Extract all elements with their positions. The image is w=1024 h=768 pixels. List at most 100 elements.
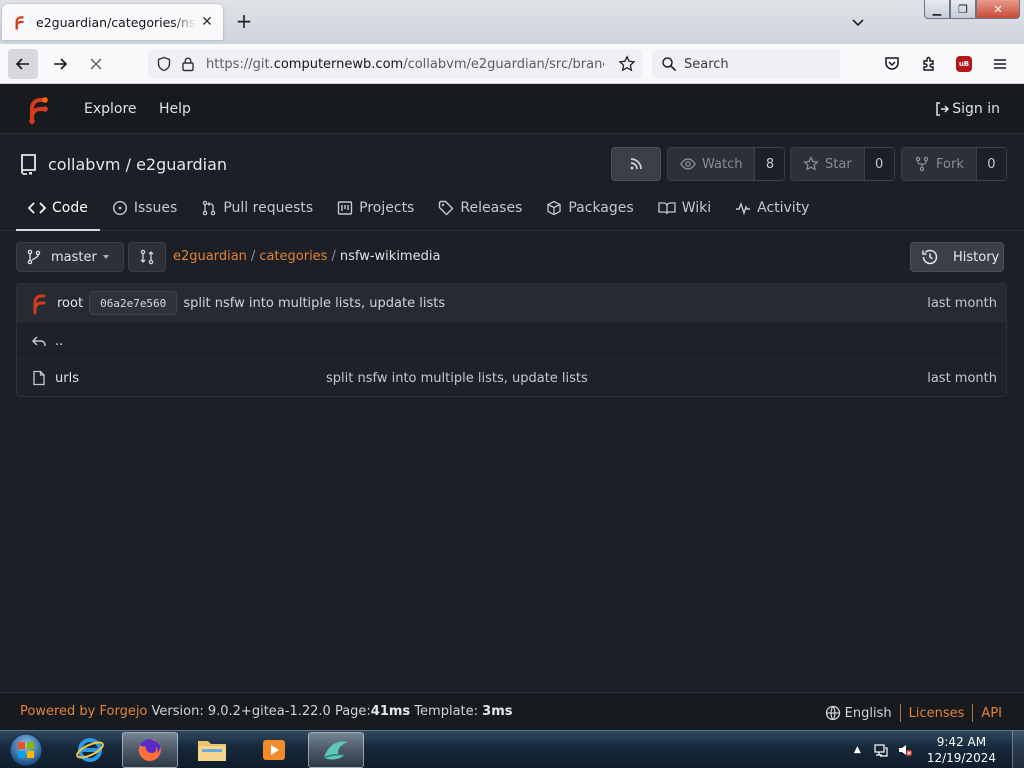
- shield-icon[interactable]: [156, 56, 172, 72]
- repo-name-link[interactable]: e2guardian: [136, 155, 227, 174]
- issue-icon: [112, 200, 127, 216]
- commit-time: last month: [927, 295, 997, 311]
- file-table: root 06a2e7e560 split nsfw into multiple…: [16, 283, 1007, 397]
- windows-taskbar: ▲ 9:42 AM 12/19/2024: [0, 730, 1024, 768]
- fork-button-group: Fork 0: [901, 147, 1007, 181]
- list-item[interactable]: ..: [17, 322, 1006, 359]
- commit-author[interactable]: root: [57, 296, 83, 311]
- tab-issues[interactable]: Issues: [100, 187, 190, 229]
- address-bar[interactable]: https://git.computernewb.com/collabvm/e2…: [148, 49, 642, 79]
- internet-explorer-icon: [76, 738, 104, 762]
- close-window-button[interactable]: ✕: [976, 0, 1020, 19]
- breadcrumb-folder[interactable]: categories: [259, 249, 327, 264]
- parent-directory-link[interactable]: ..: [55, 334, 63, 349]
- tab-activity[interactable]: Activity: [723, 187, 821, 229]
- tab-code[interactable]: Code: [16, 187, 100, 231]
- show-desktop-button[interactable]: [1012, 731, 1024, 768]
- powered-by-link[interactable]: Powered by Forgejo: [20, 704, 147, 719]
- file-name-link[interactable]: urls: [55, 371, 79, 386]
- sign-in-link[interactable]: Sign in: [934, 101, 1000, 117]
- watch-button[interactable]: Watch: [668, 148, 755, 180]
- site-header: Explore Help Sign in: [0, 84, 1024, 134]
- menu-hamburger-icon[interactable]: [991, 55, 1009, 73]
- tab-projects[interactable]: Projects: [325, 187, 426, 229]
- browser-tab-active[interactable]: e2guardian/categories/nsfw-wikimedia ✕: [2, 4, 223, 40]
- forgejo-favicon: [15, 16, 24, 30]
- watch-count[interactable]: 8: [754, 148, 785, 180]
- sign-in-icon: [936, 102, 950, 116]
- rss-feed-button[interactable]: [611, 147, 661, 181]
- fork-button[interactable]: Fork: [902, 148, 976, 180]
- tab-releases-label: Releases: [460, 200, 523, 216]
- minimize-button[interactable]: ▁: [924, 0, 950, 19]
- sign-in-label: Sign in: [952, 101, 1000, 117]
- windows-start-icon[interactable]: [6, 732, 46, 768]
- close-icon: [90, 58, 102, 70]
- taskbar-internet-explorer[interactable]: [62, 732, 118, 768]
- browser-tabstrip: e2guardian/categories/nsfw-wikimedia ✕ +…: [0, 0, 1024, 44]
- close-tab-icon[interactable]: ✕: [199, 14, 215, 30]
- tab-issues-label: Issues: [133, 200, 178, 216]
- history-button[interactable]: History: [910, 242, 1004, 272]
- tag-icon: [439, 200, 454, 216]
- pocket-icon[interactable]: [883, 55, 901, 73]
- chevron-up-icon[interactable]: ▲: [854, 745, 861, 755]
- lock-icon[interactable]: [180, 56, 196, 72]
- rss-icon: [630, 158, 642, 170]
- tab-releases[interactable]: Releases: [426, 187, 534, 229]
- repo-header: collabvm / e2guardian Watch 8 Star 0 For…: [0, 135, 1024, 231]
- fork-count[interactable]: 0: [975, 148, 1006, 180]
- nav-explore[interactable]: Explore: [84, 101, 137, 117]
- search-box[interactable]: Search: [652, 49, 840, 79]
- taskbar-firefox[interactable]: [122, 732, 178, 768]
- star-button[interactable]: Star: [791, 148, 864, 180]
- network-icon[interactable]: [873, 742, 889, 758]
- ublock-origin-icon[interactable]: uB: [956, 56, 972, 72]
- new-tab-button[interactable]: +: [234, 11, 254, 32]
- tab-pull-requests[interactable]: Pull requests: [189, 187, 325, 229]
- eye-icon: [680, 158, 696, 170]
- api-link[interactable]: API: [981, 706, 1002, 721]
- back-button[interactable]: [8, 49, 38, 79]
- branch-selector[interactable]: master: [16, 242, 124, 272]
- footer-divider: [899, 704, 901, 722]
- arrow-back-parent-icon: [31, 336, 46, 346]
- watch-label: Watch: [702, 156, 743, 172]
- file-commit-message[interactable]: split nsfw into multiple lists, update l…: [326, 371, 588, 386]
- repo-owner-link[interactable]: collabvm: [48, 155, 121, 174]
- url-domain: computernewb.com: [273, 56, 404, 72]
- volume-muted-icon[interactable]: [897, 742, 913, 758]
- taskbar-file-explorer[interactable]: [184, 732, 240, 768]
- compare-button[interactable]: [128, 242, 166, 272]
- list-all-tabs-icon[interactable]: [848, 12, 868, 32]
- page-time-label: Page:: [334, 704, 371, 719]
- breadcrumb-separator: /: [250, 249, 256, 264]
- tab-packages[interactable]: Packages: [534, 187, 645, 229]
- breadcrumb-repo[interactable]: e2guardian: [173, 249, 247, 264]
- nav-help[interactable]: Help: [159, 101, 191, 117]
- code-icon: [28, 202, 46, 214]
- language-selector[interactable]: English: [825, 705, 892, 721]
- commit-message[interactable]: split nsfw into multiple lists, update l…: [183, 296, 445, 311]
- list-item[interactable]: urls split nsfw into multiple lists, upd…: [17, 359, 1006, 396]
- taskbar-media-player[interactable]: [246, 732, 302, 768]
- forward-button[interactable]: [45, 49, 75, 79]
- taskbar-active-app[interactable]: [308, 732, 364, 768]
- commit-sha-button[interactable]: 06a2e7e560: [89, 291, 178, 315]
- tab-wiki[interactable]: Wiki: [646, 187, 723, 229]
- maximize-button[interactable]: ❐: [950, 0, 976, 19]
- stop-loading-button[interactable]: [81, 49, 111, 79]
- pull-request-icon: [203, 200, 216, 216]
- bookmark-star-icon[interactable]: [618, 55, 636, 73]
- app-window-icon: [323, 741, 348, 760]
- taskbar-clock[interactable]: 9:42 AM 12/19/2024: [927, 734, 996, 766]
- licenses-link[interactable]: Licenses: [909, 706, 965, 721]
- tab-activity-label: Activity: [757, 200, 810, 216]
- star-icon: [803, 156, 819, 171]
- package-icon: [547, 200, 562, 216]
- project-board-icon: [337, 201, 353, 215]
- forgejo-logo-icon[interactable]: [26, 94, 50, 124]
- extensions-icon[interactable]: [920, 55, 938, 73]
- author-avatar[interactable]: [31, 291, 49, 315]
- star-count[interactable]: 0: [863, 148, 894, 180]
